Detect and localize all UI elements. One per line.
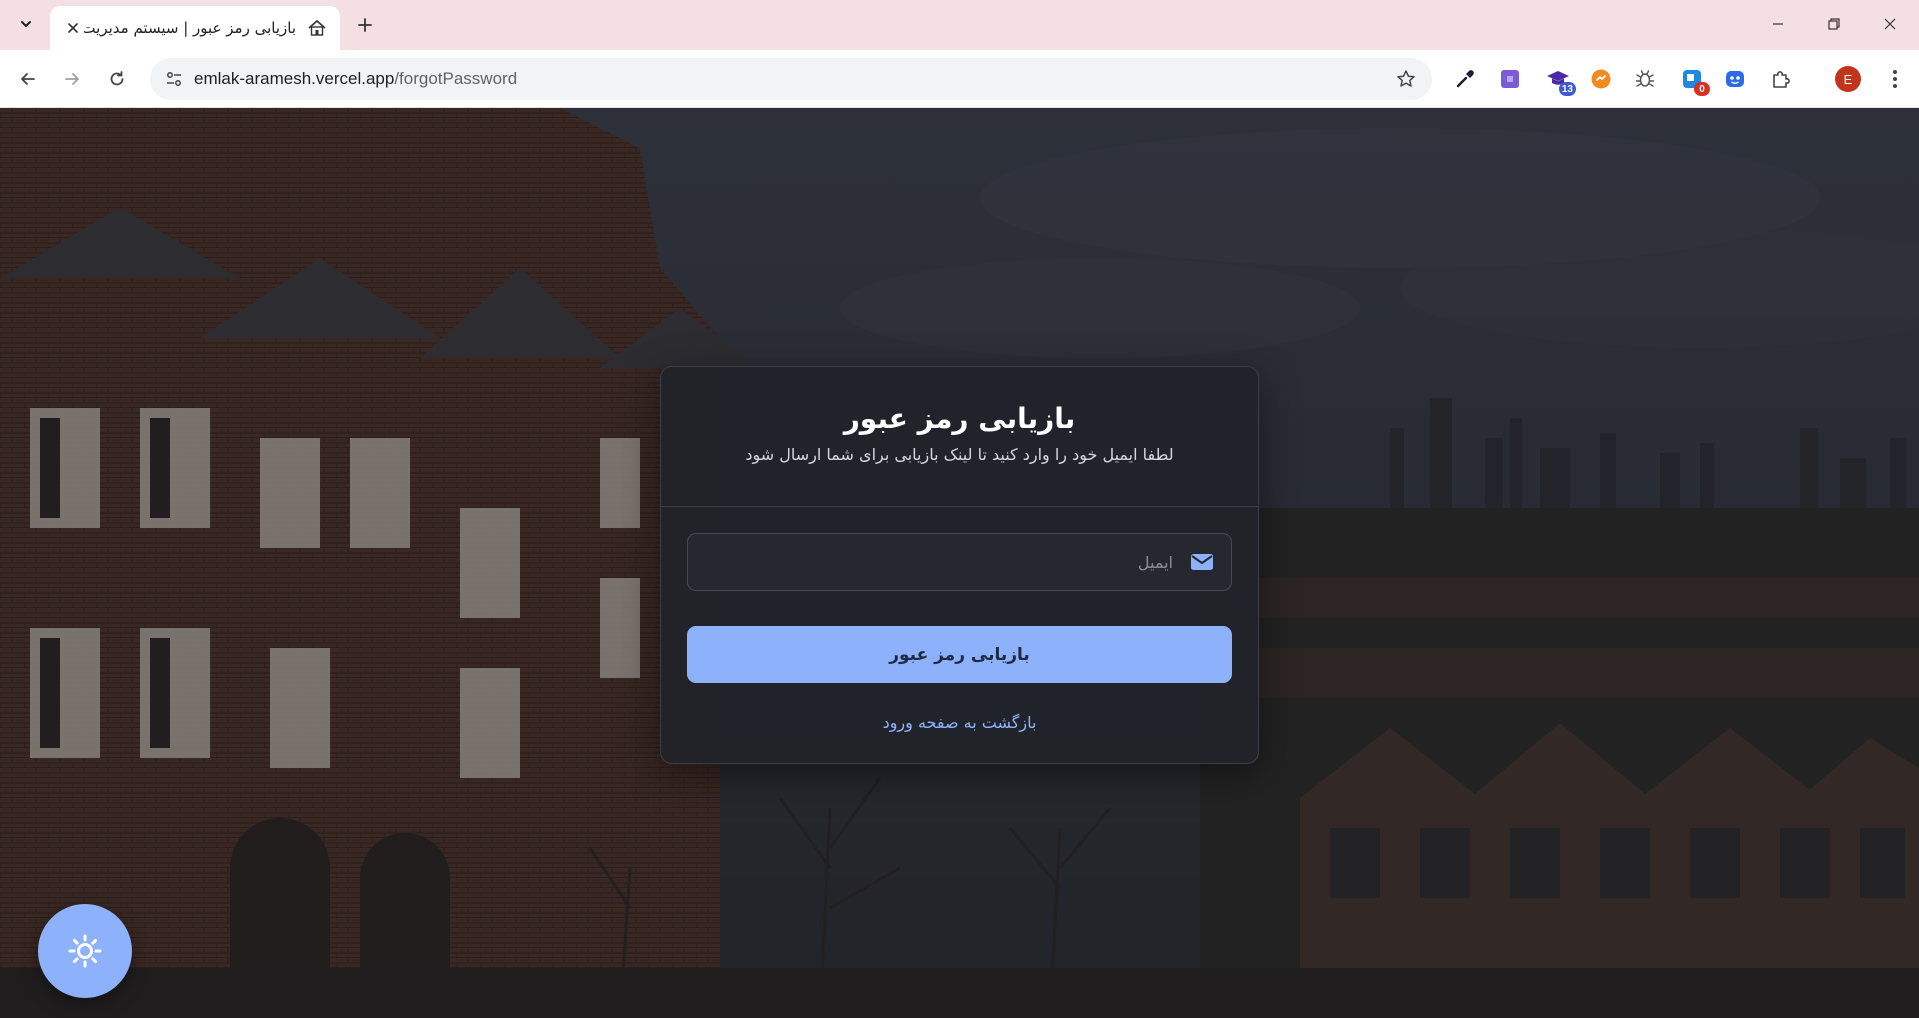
- url-path: /forgotPassword: [394, 69, 518, 88]
- theme-toggle-button[interactable]: [38, 904, 132, 998]
- browser-menu-button[interactable]: [1880, 64, 1910, 94]
- tab-search-button[interactable]: [10, 8, 42, 40]
- restore-icon: [1828, 18, 1840, 30]
- chevron-down-icon: [21, 21, 31, 27]
- tab-title: بازیابی رمز عبور | سیستم مدیریت: [84, 19, 296, 37]
- plus-icon: [358, 18, 372, 32]
- close-icon: [68, 23, 78, 33]
- eyedropper-icon[interactable]: [1451, 65, 1479, 93]
- close-window-button[interactable]: [1862, 0, 1918, 48]
- blue-square-extension-icon[interactable]: 0: [1678, 65, 1710, 96]
- tab-strip: بازیابی رمز عبور | سیستم مدیریت: [0, 0, 1919, 50]
- browser-toolbar: emlak-aramesh.vercel.app/forgotPassword …: [0, 50, 1919, 140]
- puzzle-icon[interactable]: [1767, 65, 1795, 93]
- tune-icon: [167, 72, 181, 86]
- site-info-button[interactable]: [154, 58, 194, 100]
- address-bar[interactable]: emlak-aramesh.vercel.app/forgotPassword: [150, 58, 1432, 100]
- profile-avatar[interactable]: E: [1835, 66, 1861, 92]
- arrow-left-icon: [21, 73, 35, 85]
- extension-badge: 13: [1558, 82, 1576, 96]
- page-title: بازیابی رمز عبور: [843, 402, 1076, 435]
- purple-square-extension-icon[interactable]: [1496, 65, 1524, 93]
- card-header: بازیابی رمز عبور لطفا ایمیل خود را وارد …: [661, 367, 1258, 507]
- star-icon: [1397, 70, 1415, 87]
- email-field[interactable]: [687, 533, 1232, 591]
- close-icon: [1884, 18, 1896, 30]
- more-vertical-icon: [1893, 70, 1897, 88]
- graduation-cap-extension-icon[interactable]: 13: [1544, 65, 1576, 96]
- recover-password-button[interactable]: بازیابی رمز عبور: [687, 626, 1232, 683]
- minimize-icon: [1773, 23, 1783, 25]
- page-subtitle: لطفا ایمیل خود را وارد کنید تا لینک بازی…: [745, 445, 1174, 465]
- envelope-icon: [1173, 534, 1231, 590]
- extension-badge: 0: [1694, 82, 1710, 96]
- arrow-right-icon: [65, 73, 79, 85]
- url-host: emlak-aramesh.vercel.app: [194, 69, 395, 88]
- tab-close-button[interactable]: [62, 17, 84, 39]
- url-text[interactable]: emlak-aramesh.vercel.app/forgotPassword: [194, 69, 1386, 89]
- sun-icon: [68, 934, 102, 968]
- back-button[interactable]: [12, 63, 44, 95]
- minimize-button[interactable]: [1750, 0, 1806, 48]
- restore-button[interactable]: [1806, 0, 1862, 48]
- forgot-password-card: بازیابی رمز عبور لطفا ایمیل خود را وارد …: [660, 366, 1259, 764]
- card-body: بازیابی رمز عبور بازگشت به صفحه ورود: [661, 507, 1258, 732]
- bookmark-button[interactable]: [1386, 58, 1426, 100]
- blue-face-extension-icon[interactable]: [1721, 65, 1749, 93]
- new-tab-button[interactable]: [350, 10, 380, 40]
- email-input[interactable]: [688, 534, 1173, 590]
- bug-extension-icon[interactable]: [1631, 65, 1659, 93]
- browser-tab-active[interactable]: بازیابی رمز عبور | سیستم مدیریت: [50, 6, 340, 50]
- forward-button[interactable]: [56, 63, 88, 95]
- back-to-login-link[interactable]: بازگشت به صفحه ورود: [687, 713, 1232, 732]
- page-content: بازیابی رمز عبور لطفا ایمیل خود را وارد …: [0, 108, 1919, 1018]
- house-icon: [306, 17, 328, 39]
- reload-icon: [110, 71, 124, 86]
- reload-button[interactable]: [101, 63, 133, 95]
- orange-circle-extension-icon[interactable]: [1587, 65, 1615, 93]
